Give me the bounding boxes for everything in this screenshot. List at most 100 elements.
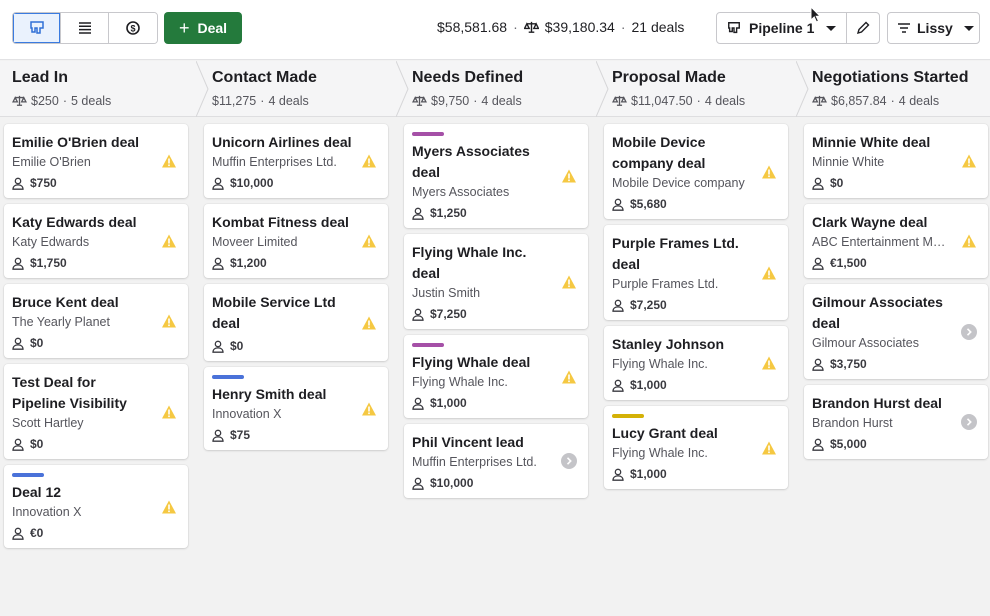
stage-value: $11,047.50	[631, 94, 693, 108]
warning-icon[interactable]	[161, 233, 177, 249]
schedule-activity-icon[interactable]	[561, 453, 577, 469]
warning-icon[interactable]	[361, 401, 377, 417]
deal-value: $10,000	[230, 176, 274, 190]
schedule-activity-icon[interactable]	[961, 323, 977, 340]
deal-title[interactable]: Test Deal for Pipeline Visibility	[12, 372, 152, 414]
forecast-view-button[interactable]: $	[109, 13, 157, 43]
add-deal-label: Deal	[197, 20, 228, 36]
warning-icon[interactable]	[161, 313, 177, 329]
edit-pipeline-button[interactable]	[847, 13, 879, 43]
deal-card[interactable]: Deal 12 Innovation X €0	[4, 465, 188, 548]
deal-title[interactable]: Stanley Johnson	[612, 334, 752, 355]
deal-title[interactable]: Bruce Kent deal	[12, 292, 152, 313]
person-icon	[612, 468, 624, 481]
stage-header: Lead In $250 · 5 deals	[0, 61, 200, 117]
stage-summary: $250 · 5 deals	[12, 94, 111, 108]
deal-title[interactable]: Myers Associates deal	[412, 141, 552, 183]
warning-icon[interactable]	[361, 153, 377, 169]
deal-label-tag	[212, 375, 244, 379]
deal-title[interactable]: Lucy Grant deal	[612, 423, 752, 444]
warning-icon[interactable]	[161, 404, 177, 420]
deal-card[interactable]: Kombat Fitness deal Moveer Limited $1,200	[204, 204, 388, 278]
warning-icon[interactable]	[761, 265, 777, 281]
stage-value: $6,857.84	[831, 94, 887, 108]
deal-organization: Gilmour Associates	[812, 336, 919, 350]
deal-title[interactable]: Flying Whale Inc. deal	[412, 242, 552, 284]
deal-card[interactable]: Flying Whale Inc. deal Justin Smith $7,250	[404, 234, 588, 329]
stage-deal-count: 5 deals	[70, 94, 112, 108]
deal-title[interactable]: Purple Frames Ltd. deal	[612, 233, 752, 275]
deal-card[interactable]: Brandon Hurst deal Brandon Hurst $5,000	[804, 385, 988, 459]
deal-card[interactable]: Flying Whale deal Flying Whale Inc. $1,000	[404, 335, 588, 418]
deal-organization: Flying Whale Inc.	[612, 357, 708, 371]
deal-card[interactable]: Mobile Device company deal Mobile Device …	[604, 124, 788, 219]
owner-filter-button[interactable]: Lissy	[887, 12, 980, 44]
filter-icon	[898, 23, 910, 33]
deal-title[interactable]: Flying Whale deal	[412, 352, 552, 373]
warning-icon[interactable]	[561, 369, 577, 385]
pipeline-view-button[interactable]	[13, 13, 61, 43]
deal-title[interactable]: Henry Smith deal	[212, 384, 352, 405]
deal-card[interactable]: Emilie O'Brien deal Emilie O'Brien $750	[4, 124, 188, 198]
deal-card[interactable]: Henry Smith deal Innovation X $75	[204, 367, 388, 450]
deal-title[interactable]: Clark Wayne deal	[812, 212, 952, 233]
warning-icon[interactable]	[561, 274, 577, 290]
deal-card[interactable]: Clark Wayne deal ABC Entertainment Media €…	[804, 204, 988, 278]
stage-summary: $11,047.50 · 4 deals	[612, 94, 745, 108]
view-switcher: $	[12, 12, 158, 44]
deal-value: $1,000	[430, 396, 467, 410]
stage-summary: $6,857.84 · 4 deals	[812, 94, 939, 108]
deal-value-row: $0	[212, 339, 352, 353]
warning-icon[interactable]	[361, 233, 377, 249]
deal-card[interactable]: Minnie White deal Minnie White $0	[804, 124, 988, 198]
deal-card[interactable]: Stanley Johnson Flying Whale Inc. $1,000	[604, 326, 788, 400]
stage-header: Contact Made $11,275 · 4 deals	[200, 61, 400, 117]
deal-card[interactable]: Myers Associates deal Myers Associates $1,…	[404, 124, 588, 228]
deal-value: $3,750	[830, 357, 867, 371]
deal-card[interactable]: Unicorn Airlines deal Muffin Enterprises …	[204, 124, 388, 198]
deal-title[interactable]: Emilie O'Brien deal	[12, 132, 152, 153]
stage-deal-count: 4 deals	[704, 94, 746, 108]
warning-icon[interactable]	[961, 233, 977, 249]
deal-card[interactable]: Phil Vincent lead Muffin Enterprises Ltd.…	[404, 424, 588, 498]
stage-header-row: Lead In $250 · 5 deals Contact Made $11,275 · 4…	[0, 61, 990, 117]
warning-icon[interactable]	[761, 164, 777, 180]
deal-value: $1,250	[430, 206, 467, 220]
pipeline-select[interactable]: Pipeline 1	[717, 13, 847, 43]
warning-icon[interactable]	[361, 315, 377, 331]
deal-card[interactable]: Test Deal for Pipeline Visibility Scott H…	[4, 364, 188, 459]
deal-title[interactable]: Phil Vincent lead	[412, 432, 552, 453]
schedule-activity-icon[interactable]	[961, 414, 977, 430]
list-view-button[interactable]	[61, 13, 109, 43]
deal-title[interactable]: Minnie White deal	[812, 132, 952, 153]
deal-title[interactable]: Gilmour Associates deal	[812, 292, 952, 334]
weighted-value: $39,180.34	[544, 19, 615, 35]
deal-title[interactable]: Kombat Fitness deal	[212, 212, 352, 233]
deal-card[interactable]: Katy Edwards deal Katy Edwards $1,750	[4, 204, 188, 278]
warning-icon[interactable]	[561, 168, 577, 184]
person-icon	[612, 198, 624, 211]
warning-icon[interactable]	[761, 440, 777, 456]
deal-title[interactable]: Deal 12	[12, 482, 152, 503]
stage-title: Needs Defined	[412, 69, 524, 86]
deal-title[interactable]: Mobile Service Ltd deal	[212, 292, 352, 334]
warning-icon[interactable]	[161, 153, 177, 169]
add-deal-button[interactable]: + Deal	[164, 12, 242, 44]
deal-title[interactable]: Mobile Device company deal	[612, 132, 752, 174]
deal-card[interactable]: Gilmour Associates deal Gilmour Associate…	[804, 284, 988, 379]
deal-value: $10,000	[430, 476, 474, 490]
mouse-cursor-icon	[810, 6, 822, 23]
deal-organization: Muffin Enterprises Ltd.	[412, 455, 537, 469]
deal-card[interactable]: Lucy Grant deal Flying Whale Inc. $1,000	[604, 406, 788, 489]
deal-card[interactable]: Purple Frames Ltd. deal Purple Frames Ltd…	[604, 225, 788, 320]
deal-title[interactable]: Katy Edwards deal	[12, 212, 152, 233]
warning-icon[interactable]	[161, 499, 177, 515]
deal-title[interactable]: Unicorn Airlines deal	[212, 132, 352, 153]
deal-title[interactable]: Brandon Hurst deal	[812, 393, 952, 414]
deal-card[interactable]: Mobile Service Ltd deal $0	[204, 284, 388, 361]
warning-icon[interactable]	[761, 355, 777, 371]
deal-value: $0	[830, 176, 844, 190]
warning-icon[interactable]	[961, 153, 977, 169]
deal-card[interactable]: Bruce Kent deal The Yearly Planet $0	[4, 284, 188, 358]
chevron-down-icon	[963, 25, 974, 31]
